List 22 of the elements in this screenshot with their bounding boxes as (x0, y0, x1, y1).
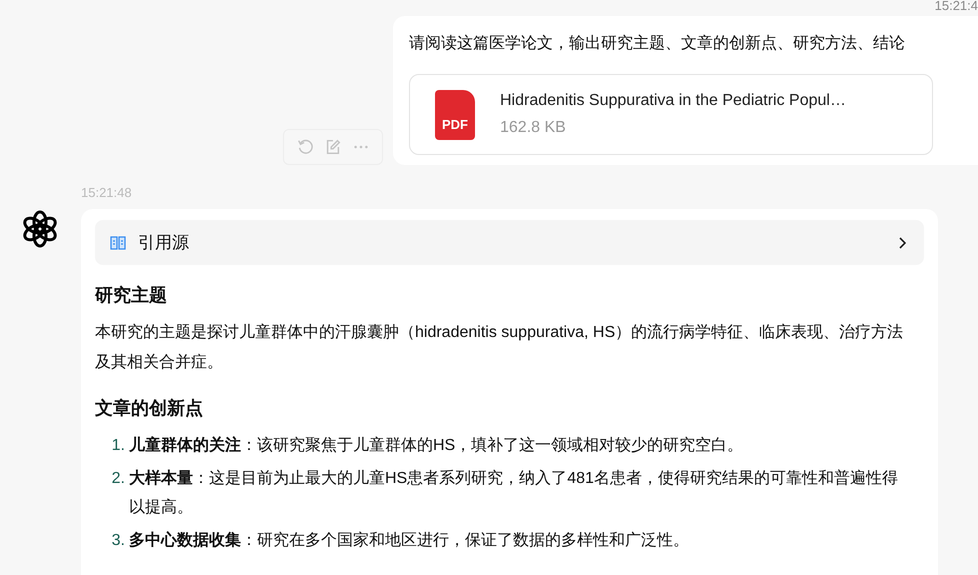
sources-label: 引用源 (138, 232, 189, 254)
list-item-text: 儿童群体的关注：该研究聚焦于儿童群体的HS，填补了这一领域相对较少的研究空白。 (129, 435, 744, 456)
list-number: 3. (110, 531, 126, 551)
chevron-right-icon (898, 236, 906, 248)
section-heading: 文章的创新点 (95, 397, 204, 420)
paragraph: 本研究的主题是探讨儿童群体中的汗腺囊肿（hidradenitis suppurativa, HS）的流行病学特征、临床表现、治疗方法及其相关合并症。 (95, 322, 904, 373)
file-attachment-card[interactable]: PDF Hidradenitis Suppurativa in the Pediatric Popul… 162.8 KB (409, 74, 933, 155)
book-icon (110, 236, 126, 250)
section-heading: 研究主题 (95, 284, 168, 307)
list-number: 1. (110, 436, 126, 456)
list-item-text: 大样本量：这是目前为止最大的儿童HS患者系列研究，纳入了481名患者，使得研究结果的可靠性和普遍性得以提高。 (129, 468, 899, 518)
timestamp: 15:21:48 (81, 185, 133, 201)
list-item-text: 多中心数据收集：研究在多个国家和地区进行，保证了数据的多样性和广泛性。 (129, 530, 690, 551)
retry-icon[interactable] (296, 138, 314, 156)
file-type-label: PDF (442, 118, 468, 132)
edit-icon[interactable] (324, 138, 342, 156)
file-name: Hidradenitis Suppurativa in the Pediatric Popul… (500, 91, 846, 111)
sources-bar[interactable]: 引用源 (95, 220, 924, 265)
file-size: 162.8 KB (500, 118, 567, 138)
message-text: 请阅读这篇医学论文，输出研究主题、文章的创新点、研究方法、结论 (409, 34, 906, 54)
list-number: 2. (110, 469, 126, 489)
timestamp: 15:21:4 (934, 0, 978, 10)
